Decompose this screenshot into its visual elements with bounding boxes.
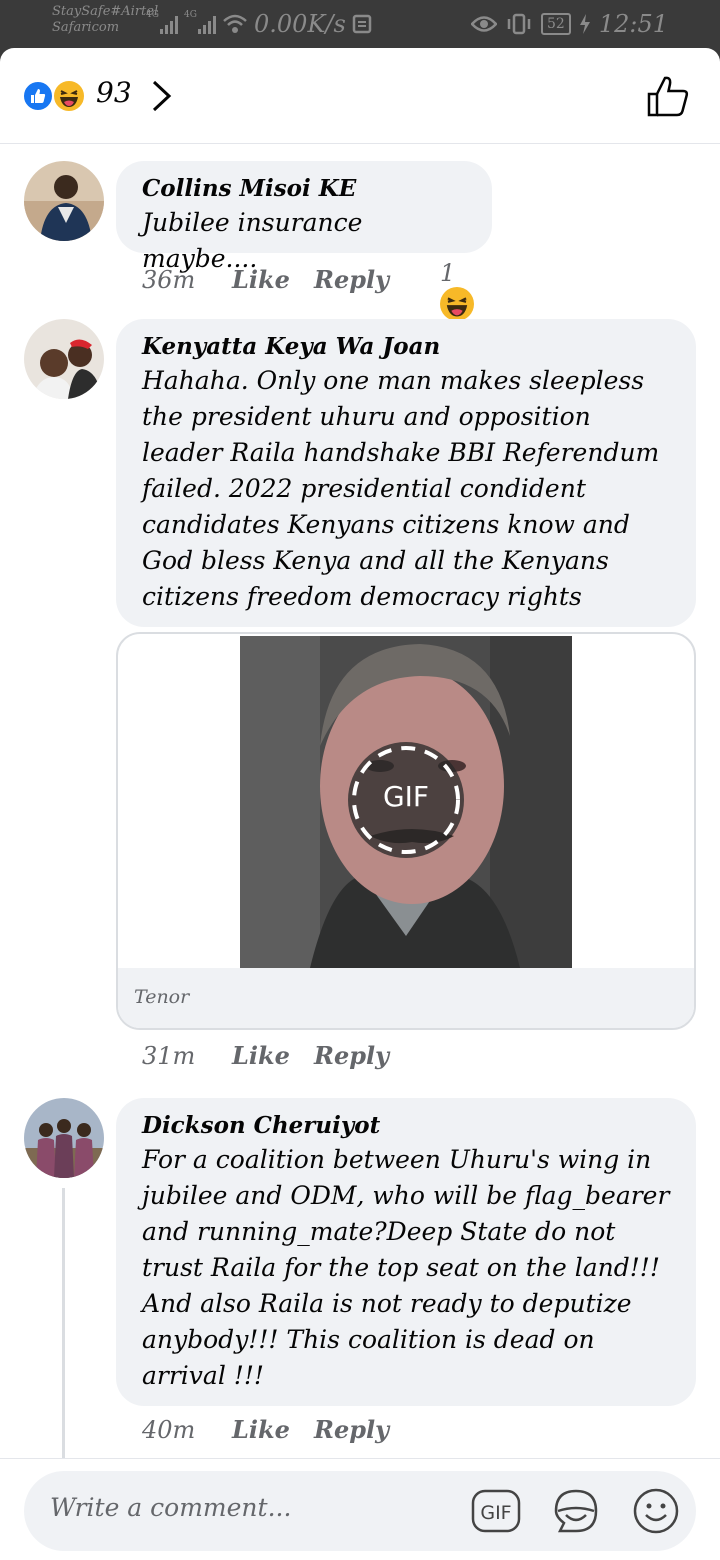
- gif-attachment[interactable]: GIF Tenor: [116, 632, 696, 1030]
- comment-actions: 31m Like Reply: [142, 1041, 389, 1070]
- comment-author[interactable]: Kenyatta Keya Wa Joan: [142, 331, 670, 363]
- vibrate-icon: [507, 13, 531, 35]
- avatar[interactable]: [24, 319, 104, 399]
- signal-icon-2: 4G: [184, 10, 216, 34]
- notification-icon: [352, 14, 372, 34]
- network-type-2: 4G: [184, 10, 197, 20]
- system-indicators: 52 12:51: [471, 10, 668, 38]
- reaction-count: 93: [96, 76, 132, 109]
- comment-input[interactable]: [50, 1493, 470, 1522]
- like-reaction-icon: [22, 80, 54, 112]
- like-button[interactable]: Like: [232, 265, 314, 294]
- haha-reaction-icon: [440, 287, 474, 321]
- gif-source[interactable]: Tenor: [134, 986, 189, 1008]
- comment-time: 36m: [142, 265, 196, 294]
- sticker-icon[interactable]: [550, 1485, 602, 1537]
- comment-bubble[interactable]: Collins Misoi KE Jubilee insurance maybe…: [116, 161, 492, 273]
- network-speed: 0.00K/s: [254, 10, 346, 38]
- gif-play-button[interactable]: GIF: [348, 742, 464, 858]
- comment-author[interactable]: Collins Misoi KE: [142, 173, 466, 205]
- comment-actions: 36m Like Reply 1: [142, 259, 474, 321]
- gif-button-label: GIF: [480, 1502, 511, 1524]
- network-type-1: 4G: [146, 10, 159, 20]
- comment-composer: GIF: [0, 1458, 720, 1560]
- like-button[interactable]: Like: [232, 1041, 314, 1070]
- gif-footer: Tenor: [118, 968, 694, 1028]
- carrier-2: Safaricom: [52, 20, 120, 35]
- network-indicators: 4G 4G 0.00K/s: [146, 10, 372, 38]
- reply-button[interactable]: Reply: [314, 265, 389, 294]
- charging-icon: [579, 14, 590, 34]
- gif-image[interactable]: GIF: [240, 636, 572, 968]
- carrier-names: StaySafe#Airtel Safaricom: [52, 4, 158, 36]
- chevron-right-icon: [152, 80, 172, 112]
- comments-sheet: 93 Collins Misoi KE Jubilee insurance ma…: [0, 48, 720, 1560]
- comment-text: Hahaha. Only one man makes sleepless the…: [142, 366, 660, 611]
- comment-reaction-count: 1: [440, 259, 456, 287]
- gif-button[interactable]: GIF: [470, 1485, 522, 1537]
- signal-icon: 4G: [146, 10, 178, 34]
- comment-bubble[interactable]: Dickson Cheruiyot For a coalition betwee…: [116, 1098, 696, 1406]
- reply-button[interactable]: Reply: [314, 1415, 389, 1444]
- comment-author[interactable]: Dickson Cheruiyot: [142, 1110, 670, 1142]
- haha-reaction-icon: [52, 79, 86, 113]
- comment-text: For a coalition between Uhuru's wing in …: [142, 1145, 670, 1390]
- comment-reactions[interactable]: 1: [440, 259, 474, 327]
- comment-actions: 40m Like Reply: [142, 1415, 389, 1444]
- carrier-1: StaySafe#Airtel: [52, 4, 159, 19]
- thread-line: [62, 1188, 65, 1463]
- like-post-button[interactable]: [646, 74, 690, 118]
- eye-icon: [471, 16, 497, 32]
- wifi-icon: [223, 14, 247, 33]
- comment-time: 40m: [142, 1415, 196, 1444]
- reactions-bar[interactable]: 93: [0, 48, 720, 144]
- comment-bubble[interactable]: Kenyatta Keya Wa Joan Hahaha. Only one m…: [116, 319, 696, 627]
- reply-button[interactable]: Reply: [314, 1041, 389, 1070]
- emoji-icon[interactable]: [630, 1485, 682, 1537]
- status-bar: StaySafe#Airtel Safaricom 4G 4G 0.00K/s …: [0, 0, 720, 48]
- gif-label: GIF: [382, 780, 430, 813]
- compose-box: GIF: [24, 1471, 696, 1551]
- comment-time: 31m: [142, 1041, 196, 1070]
- like-button[interactable]: Like: [232, 1415, 314, 1444]
- battery-indicator: 52: [541, 13, 571, 35]
- avatar[interactable]: [24, 161, 104, 241]
- clock: 12:51: [598, 10, 668, 38]
- avatar[interactable]: [24, 1098, 104, 1178]
